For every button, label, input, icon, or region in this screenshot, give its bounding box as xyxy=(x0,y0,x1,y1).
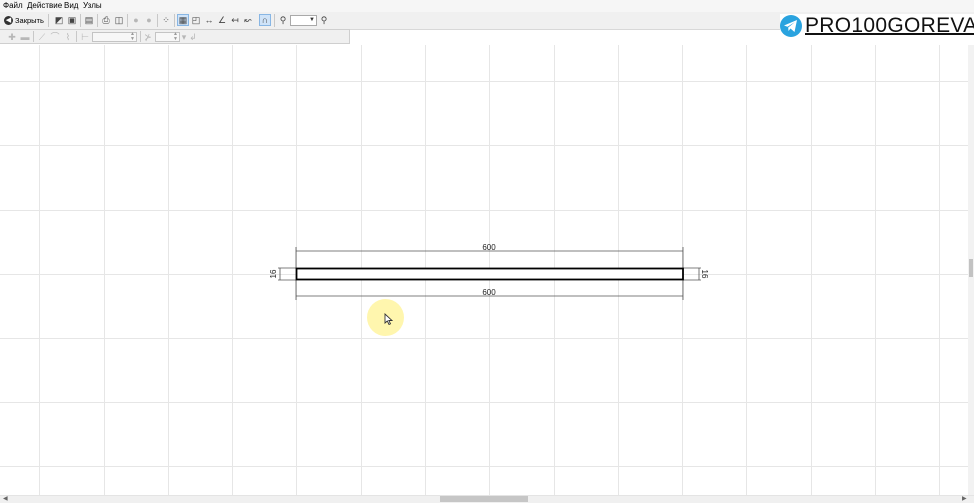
arc-arrow-icon[interactable]: ↜ xyxy=(242,14,254,26)
angle-icon[interactable]: ∠ xyxy=(216,14,228,26)
open-icon[interactable]: ◩ xyxy=(53,14,65,26)
toolbar-separator xyxy=(97,14,98,27)
toolbar-separator xyxy=(157,14,158,27)
curve-tool-icon[interactable]: ⌇ xyxy=(62,31,74,43)
toolbar-separator xyxy=(174,14,175,27)
angle-tool-icon[interactable]: ⊁ xyxy=(142,31,154,43)
circle-disabled-icon[interactable]: ● xyxy=(143,14,155,26)
menu-nodes[interactable]: Узлы xyxy=(83,1,102,11)
cursor-icon xyxy=(384,313,393,325)
menu-action[interactable]: Действие xyxy=(27,1,62,11)
length-field[interactable]: ▲ ▼ xyxy=(92,32,137,42)
canvas-svg: 600 600 16 16 xyxy=(0,45,968,495)
toolbar-separator xyxy=(48,14,49,27)
print-icon[interactable]: ⎙ xyxy=(100,14,112,26)
circle-disabled-icon[interactable]: ● xyxy=(130,14,142,26)
drawing-canvas[interactable]: 600 600 16 16 xyxy=(0,45,968,495)
watermark-text: PRO100GOREVA xyxy=(805,14,974,37)
add-node-icon[interactable]: ✚ xyxy=(6,31,18,43)
spinner-icon: ▲ ▼ xyxy=(130,31,135,42)
scroll-left-icon[interactable]: ◀ xyxy=(3,495,8,503)
spinner-icon: ▲ ▼ xyxy=(173,31,178,42)
dimension-right-label: 16 xyxy=(700,270,709,279)
horizontal-scrollbar-thumb[interactable] xyxy=(440,496,528,502)
line-arrow-icon[interactable]: ↤ xyxy=(229,14,241,26)
close-button-label: Закрыть xyxy=(15,16,44,25)
zoom-select[interactable]: ▼ xyxy=(290,15,317,26)
close-button[interactable]: ◀ Закрыть xyxy=(4,14,44,27)
chevron-down-icon: ▼ xyxy=(309,17,315,23)
zoom-in-icon[interactable]: ⚲ xyxy=(318,14,330,26)
close-icon: ◀ xyxy=(4,16,13,25)
remove-node-icon[interactable]: ▬ xyxy=(19,31,31,43)
print-preview-icon[interactable]: ◫ xyxy=(113,14,125,26)
panel-rectangle[interactable] xyxy=(295,267,684,281)
menu-file[interactable]: Файл xyxy=(3,1,23,11)
magnet-icon[interactable]: ∩ xyxy=(259,14,271,26)
toolbar-separator xyxy=(127,14,128,27)
scroll-right-icon[interactable]: ▶ xyxy=(962,495,967,503)
save-icon[interactable]: ▣ xyxy=(66,14,78,26)
dimension-bottom-label: 600 xyxy=(482,288,496,297)
toolbar-separator xyxy=(76,31,77,42)
snap-points-icon[interactable]: ⁘ xyxy=(160,14,172,26)
zoom-out-icon[interactable]: ⚲ xyxy=(277,14,289,26)
length-icon[interactable]: ⊢ xyxy=(79,31,91,43)
toolbar-separator xyxy=(140,31,141,42)
grid-icon[interactable]: ▦ xyxy=(177,14,189,26)
toolbar-separator xyxy=(33,31,34,42)
apply-icon[interactable]: ↲ xyxy=(187,31,199,43)
watermark: PRO100GOREVA xyxy=(780,14,974,38)
angle-field[interactable]: ▲ ▼ xyxy=(155,32,180,42)
telegram-icon xyxy=(780,15,802,37)
menu-view[interactable]: Вид xyxy=(64,1,78,11)
line-tool-icon[interactable]: ⟋ xyxy=(36,31,48,43)
export-icon[interactable]: ▤ xyxy=(83,14,95,26)
grid-snap-icon[interactable]: ◰ xyxy=(190,14,202,26)
dimension-top-label: 600 xyxy=(482,243,496,252)
toolbar-separator xyxy=(80,14,81,27)
dimension-horizontal-icon[interactable]: ↔ xyxy=(203,14,215,26)
dimension-left-label: 16 xyxy=(269,269,278,278)
toolbar-separator xyxy=(274,14,275,27)
arc-tool-icon[interactable]: ⌒ xyxy=(49,31,61,43)
menu-bar: Файл Действие Вид Узлы xyxy=(0,0,974,12)
vertical-scrollbar-thumb[interactable] xyxy=(969,259,973,277)
